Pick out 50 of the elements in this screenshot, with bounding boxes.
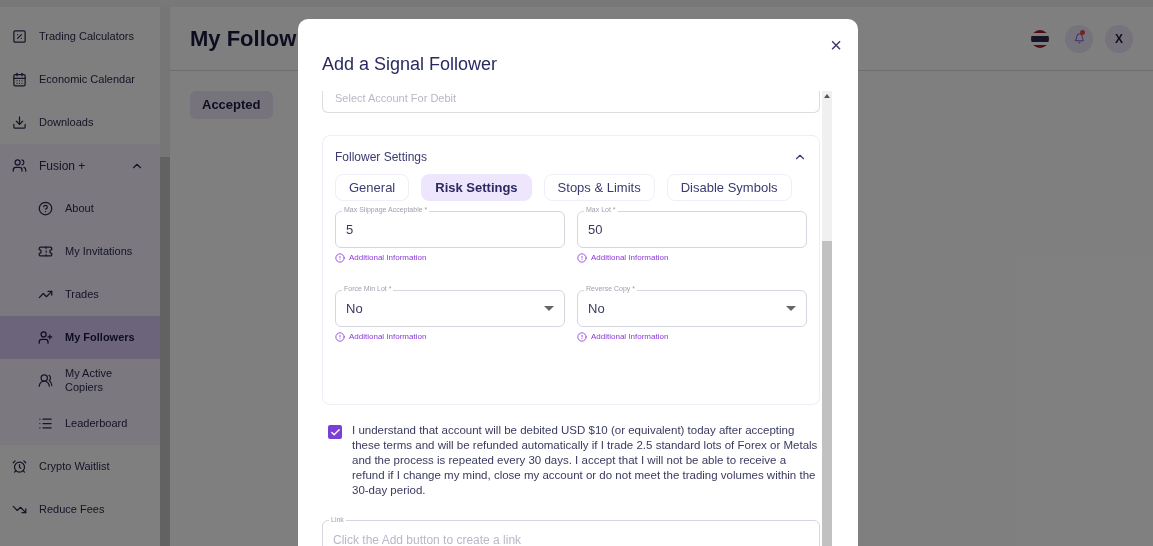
sidebar-item[interactable]: My Active Copiers [0,359,160,402]
avatar-button[interactable]: X [1105,24,1133,53]
calculator-icon [12,29,27,44]
sidebar-item[interactable]: Reduce Fees [0,488,160,531]
section-title: Follower Settings [335,149,429,166]
help-link[interactable]: Additional Information [591,331,669,343]
scrollbar-thumb[interactable] [160,157,170,546]
help-link[interactable]: Additional Information [349,252,427,264]
notification-button[interactable] [1065,24,1093,53]
settings-tab[interactable]: Risk Settings [421,174,532,201]
settings-tab[interactable]: Stops & Limits [543,174,655,201]
status-tab[interactable]: Accepted [190,91,273,119]
settings-tab[interactable]: Disable Symbols [666,174,792,201]
sidebar-item[interactable]: Trading Calculators [0,15,160,58]
sidebar-item[interactable]: Trades [0,273,160,316]
sidebar-item[interactable]: Leaderboard [0,402,160,445]
info-icon [335,332,345,342]
sidebar-item[interactable]: My Followers [0,316,160,359]
check-icon [329,426,341,438]
terms-checkbox[interactable] [328,425,342,439]
sidebar-item[interactable]: About [0,187,160,230]
add-people-icon [38,330,53,345]
close-button[interactable]: × [830,35,842,55]
terms-text: I understand that account will be debited USD $10 (or equivalent) today after accepting these terms and will be refunded automatically if I trade 2.5 standard lots of Forex or Metals and the process is repeated every 30 days. I accept that I will not be able to receive a refund if I change my mind, close my account or do not meet the trading volumes within the 30-day period. [352,423,819,498]
sidebar-item[interactable]: Downloads [0,101,160,144]
help-link[interactable]: Additional Information [349,331,427,343]
ticket-icon [38,244,53,259]
alarm-clock-icon [12,459,27,474]
info-icon [335,253,345,263]
help-icon [38,201,53,216]
sidebar-item[interactable]: My Invitations [0,230,160,273]
help-link[interactable]: Additional Information [591,252,669,264]
dialog-title: Add a Signal Follower [322,53,499,76]
settings-tab[interactable]: General [335,174,410,201]
sidebar-group[interactable]: Fusion + [0,144,160,187]
calendar-icon [12,72,27,87]
people-icon [12,158,27,173]
thai-flag-icon[interactable] [1031,29,1049,48]
page-title: My Follow [190,25,297,53]
sidebar-item[interactable]: Crypto Waitlist [0,445,160,488]
dropdown-arrow-icon [786,306,796,311]
info-icon [577,253,587,263]
info-icon [577,332,587,342]
bell-icon [1073,33,1085,44]
scrollbar-thumb[interactable] [822,241,832,546]
list-icon [38,416,53,431]
people-icon [38,373,53,388]
sidebar-item[interactable]: Economic Calendar [0,58,160,101]
download-icon [12,115,27,130]
dropdown-arrow-icon [544,306,554,311]
